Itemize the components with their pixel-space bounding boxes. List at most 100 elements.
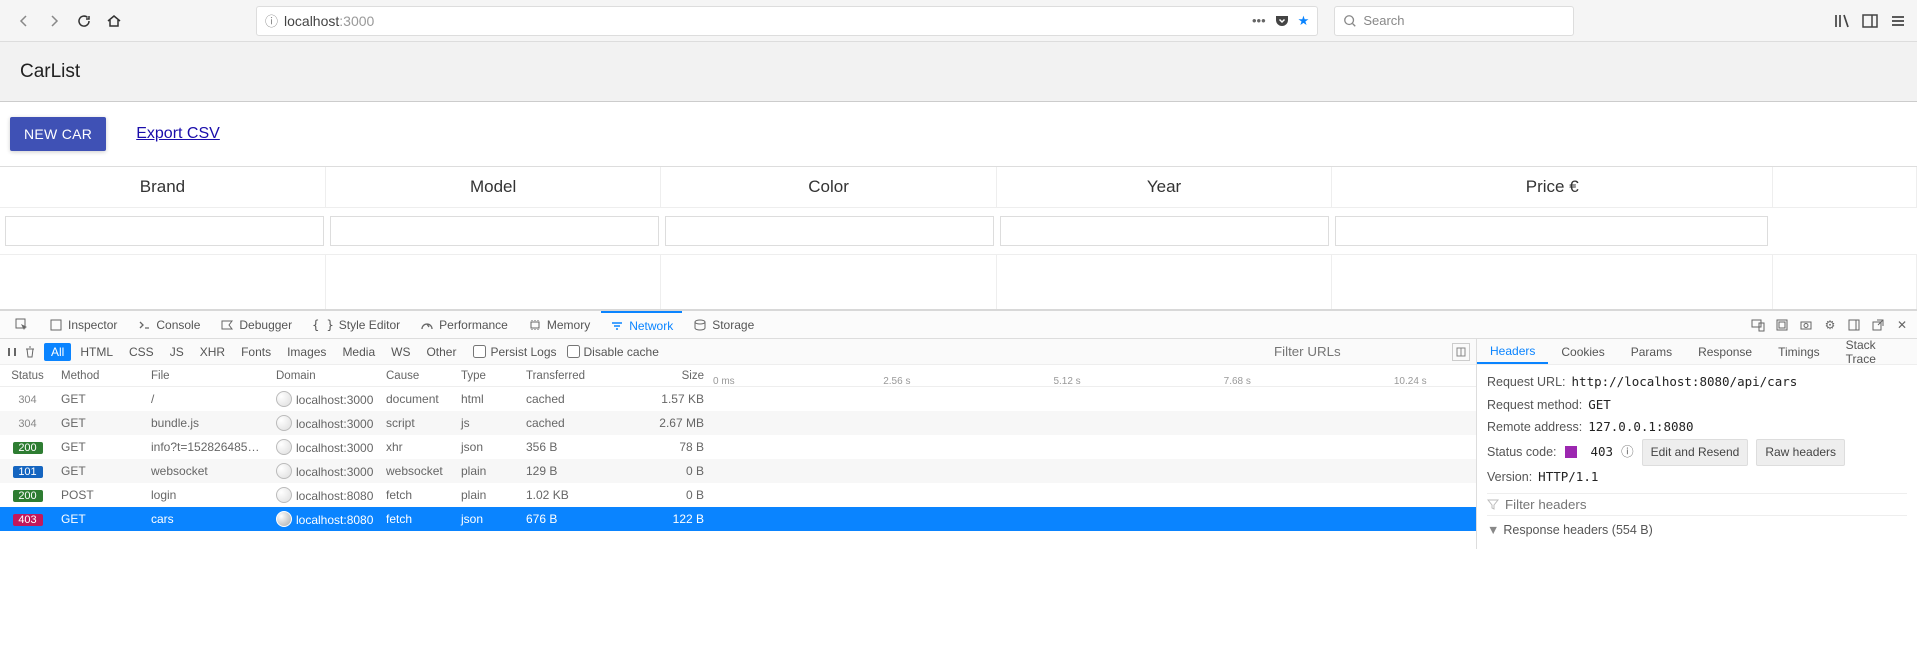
url-bar[interactable]: ⓘ localhost:3000 ••• ★ (256, 6, 1318, 36)
page-actions-icon[interactable]: ••• (1252, 13, 1266, 28)
filter-color[interactable] (665, 216, 994, 246)
filter-urls-input[interactable] (1274, 344, 1444, 359)
filter-images[interactable]: Images (280, 343, 333, 361)
status-help-icon[interactable]: ⓘ (1621, 441, 1634, 464)
filter-price[interactable] (1335, 216, 1769, 246)
tab-memory[interactable]: Memory (519, 311, 599, 338)
devtools-picker-icon[interactable] (6, 311, 38, 338)
col-size[interactable]: Size (625, 370, 710, 382)
col-file[interactable]: File (145, 370, 270, 382)
version-label: Version: (1487, 470, 1532, 484)
status-code-label: Status code: (1487, 441, 1557, 464)
network-row[interactable]: 304GET/localhost:3000documenthtmlcached1… (0, 387, 1476, 411)
edit-resend-button[interactable]: Edit and Resend (1642, 439, 1749, 467)
info-icon[interactable]: ⓘ (265, 11, 278, 30)
close-devtools-icon[interactable]: ✕ (1893, 316, 1911, 334)
filter-brand[interactable] (5, 216, 324, 246)
funnel-icon (1487, 498, 1499, 510)
col-brand[interactable]: Brand (0, 167, 326, 207)
filter-media[interactable]: Media (335, 343, 382, 361)
status-code-value: 403 (1591, 441, 1614, 464)
right-tab-headers[interactable]: Headers (1477, 339, 1548, 364)
reload-button[interactable] (70, 7, 98, 35)
screenshot-icon[interactable] (1797, 316, 1815, 334)
persist-logs[interactable]: Persist Logs (473, 345, 556, 359)
collapse-icon[interactable]: ▼ (1487, 519, 1499, 542)
filter-js[interactable]: JS (163, 343, 191, 361)
new-car-button[interactable]: NEW CAR (10, 117, 106, 151)
search-placeholder: Search (1363, 13, 1404, 28)
iframe-icon[interactable] (1773, 316, 1791, 334)
export-csv-link[interactable]: Export CSV (136, 125, 220, 143)
pause-icon[interactable] (6, 346, 18, 358)
clear-icon[interactable] (24, 346, 36, 358)
pocket-icon[interactable] (1274, 13, 1290, 29)
network-row[interactable]: 101GETwebsocketlocalhost:3000websocketpl… (0, 459, 1476, 483)
app-title: CarList (20, 61, 80, 83)
sidebar-icon[interactable] (1861, 12, 1879, 30)
filter-html[interactable]: HTML (73, 343, 120, 361)
tab-storage[interactable]: Storage (684, 311, 763, 338)
right-tab-cookies[interactable]: Cookies (1548, 339, 1617, 364)
request-url-value: http://localhost:8080/api/cars (1572, 374, 1798, 389)
popout-icon[interactable] (1869, 316, 1887, 334)
right-tab-response[interactable]: Response (1685, 339, 1765, 364)
col-method[interactable]: Method (55, 370, 145, 382)
library-icon[interactable] (1833, 12, 1851, 30)
filter-fonts[interactable]: Fonts (234, 343, 278, 361)
filter-headers-input[interactable] (1505, 497, 1907, 512)
status-color-icon (1565, 446, 1577, 458)
responsive-icon[interactable] (1749, 316, 1767, 334)
filter-year[interactable] (1000, 216, 1329, 246)
network-row[interactable]: 403GETcarslocalhost:8080fetchjson676 B12… (0, 507, 1476, 531)
raw-headers-button[interactable]: Raw headers (1756, 439, 1845, 467)
col-year[interactable]: Year (997, 167, 1332, 207)
tab-network[interactable]: Network (601, 311, 682, 338)
remote-address-label: Remote address: (1487, 420, 1582, 434)
tab-style-editor[interactable]: { }Style Editor (303, 311, 409, 338)
col-model[interactable]: Model (326, 167, 661, 207)
network-row[interactable]: 200POSTloginlocalhost:8080fetchplain1.02… (0, 483, 1476, 507)
remote-address-value: 127.0.0.1:8080 (1588, 419, 1693, 434)
filter-model[interactable] (330, 216, 659, 246)
col-transferred[interactable]: Transferred (520, 370, 625, 382)
dock-side-icon[interactable] (1845, 316, 1863, 334)
menu-icon[interactable] (1889, 12, 1907, 30)
version-value: HTTP/1.1 (1538, 469, 1598, 484)
col-color[interactable]: Color (661, 167, 996, 207)
col-cause[interactable]: Cause (380, 370, 455, 382)
forward-button[interactable] (40, 7, 68, 35)
home-button[interactable] (100, 7, 128, 35)
settings-icon[interactable]: ⚙ (1821, 316, 1839, 334)
search-icon (1343, 14, 1357, 28)
tab-performance[interactable]: Performance (411, 311, 517, 338)
request-url-label: Request URL: (1487, 375, 1566, 389)
tab-debugger[interactable]: Debugger (211, 311, 301, 338)
bookmark-star-icon[interactable]: ★ (1298, 13, 1310, 29)
filter-ws[interactable]: WS (384, 343, 417, 361)
network-row[interactable]: 304GETbundle.jslocalhost:3000scriptjscac… (0, 411, 1476, 435)
right-tab-stack[interactable]: Stack Trace (1833, 339, 1917, 364)
url-text: localhost:3000 (284, 13, 1246, 29)
filter-all[interactable]: All (44, 343, 71, 361)
request-method-label: Request method: (1487, 398, 1582, 412)
har-toggle-icon[interactable] (1452, 343, 1470, 361)
col-price[interactable]: Price € (1332, 167, 1773, 207)
car-table-header: Brand Model Color Year Price € (0, 167, 1917, 208)
back-button[interactable] (10, 7, 38, 35)
col-domain[interactable]: Domain (270, 370, 380, 382)
col-status[interactable]: Status (0, 370, 55, 382)
network-row[interactable]: 200GETinfo?t=15282648558...localhost:300… (0, 435, 1476, 459)
request-method-value: GET (1588, 397, 1611, 412)
filter-css[interactable]: CSS (122, 343, 161, 361)
tab-console[interactable]: Console (128, 311, 209, 338)
response-headers-section[interactable]: Response headers (554 B) (1503, 519, 1652, 542)
disable-cache[interactable]: Disable cache (567, 345, 659, 359)
right-tab-timings[interactable]: Timings (1765, 339, 1833, 364)
browser-search[interactable]: Search (1334, 6, 1574, 36)
filter-other[interactable]: Other (419, 343, 463, 361)
col-type[interactable]: Type (455, 370, 520, 382)
filter-xhr[interactable]: XHR (193, 343, 232, 361)
right-tab-params[interactable]: Params (1618, 339, 1685, 364)
tab-inspector[interactable]: Inspector (40, 311, 126, 338)
